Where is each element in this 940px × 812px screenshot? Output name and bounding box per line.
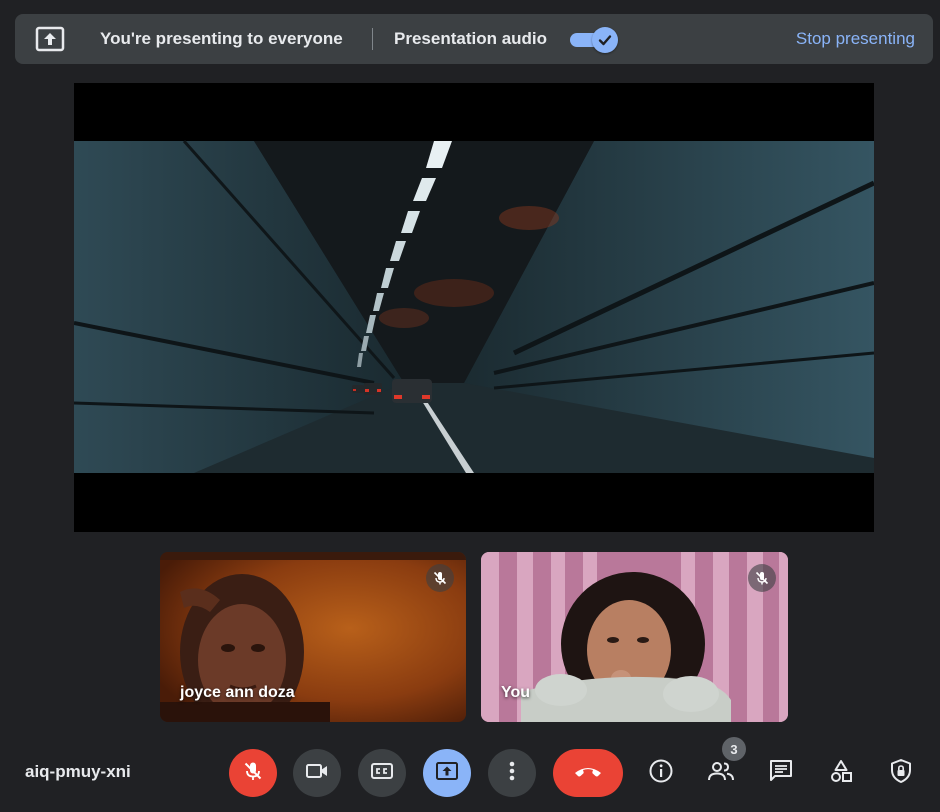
present-to-all-icon bbox=[435, 761, 459, 786]
host-controls-button[interactable] bbox=[883, 755, 919, 791]
mic-off-icon bbox=[242, 760, 264, 787]
participant-tile-self[interactable]: You bbox=[481, 552, 788, 722]
participant-count-badge: 3 bbox=[722, 737, 746, 761]
present-to-all-icon bbox=[35, 26, 65, 52]
microphone-button[interactable] bbox=[229, 749, 277, 797]
presentation-video bbox=[74, 83, 874, 532]
mic-off-icon bbox=[748, 564, 776, 592]
chat-button[interactable] bbox=[763, 755, 799, 791]
leave-call-button[interactable] bbox=[553, 749, 623, 797]
presenting-banner: You're presenting to everyone Presentati… bbox=[15, 14, 933, 64]
meeting-details-button[interactable] bbox=[643, 755, 679, 791]
participant-name: joyce ann doza bbox=[180, 684, 295, 701]
camera-button[interactable] bbox=[293, 749, 341, 797]
mic-off-icon bbox=[426, 564, 454, 592]
shield-lock-icon bbox=[889, 758, 913, 789]
presenting-status-text: You're presenting to everyone bbox=[100, 29, 343, 48]
check-icon bbox=[592, 27, 618, 53]
meeting-code: aiq-pmuy-xni bbox=[25, 762, 131, 781]
people-icon bbox=[707, 760, 735, 787]
present-now-button[interactable] bbox=[423, 749, 471, 797]
info-icon bbox=[648, 758, 674, 789]
call-end-icon bbox=[573, 764, 603, 783]
banner-divider bbox=[372, 28, 373, 50]
captions-button[interactable] bbox=[358, 749, 406, 797]
participant-tile[interactable]: joyce ann doza bbox=[160, 552, 466, 722]
participant-name: You bbox=[501, 684, 531, 701]
chat-icon bbox=[768, 758, 794, 789]
activities-icon bbox=[828, 758, 854, 789]
presentation-audio-label: Presentation audio bbox=[394, 29, 548, 48]
more-options-button[interactable] bbox=[488, 749, 536, 797]
tunnel-video-frame bbox=[74, 83, 874, 532]
more-vert-icon bbox=[509, 761, 515, 786]
meet-window: You're presenting to everyone Presentati… bbox=[0, 0, 940, 812]
presentation-audio-toggle[interactable] bbox=[570, 26, 618, 53]
videocam-icon bbox=[305, 761, 329, 786]
activities-button[interactable] bbox=[823, 755, 859, 791]
stop-presenting-button[interactable]: Stop presenting bbox=[796, 29, 915, 49]
closed-caption-icon bbox=[370, 761, 394, 786]
